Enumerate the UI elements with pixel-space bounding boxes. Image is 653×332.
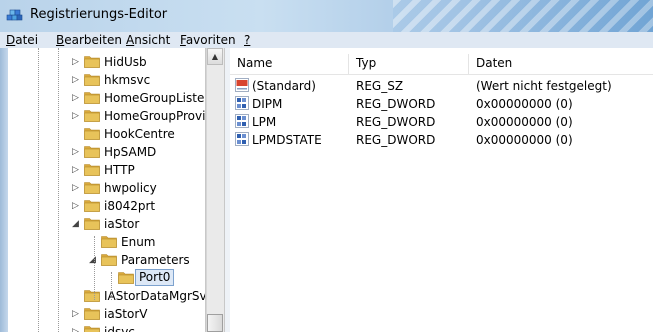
folder-icon — [84, 128, 100, 140]
folder-icon — [101, 254, 117, 266]
column-header-type[interactable]: Typ — [356, 56, 376, 70]
tree-connector — [111, 272, 112, 300]
value-type: REG_SZ — [356, 79, 404, 93]
folder-icon — [84, 92, 100, 104]
value-name: (Standard) — [252, 79, 316, 93]
expand-arrow-icon[interactable]: ▷ — [72, 92, 82, 104]
tree-item-label: HomeGroupListen — [104, 91, 206, 105]
tree-connector — [38, 48, 39, 332]
tree-item-label: iaStor — [104, 217, 140, 231]
value-name: DIPM — [252, 97, 283, 111]
tree-item-label: idsvc — [104, 325, 135, 332]
column-header-name[interactable]: Name — [237, 56, 272, 70]
title-bar-glass — [393, 0, 653, 32]
menu-datei[interactable]: Datei — [6, 33, 38, 47]
folder-icon — [84, 308, 100, 320]
menu-help[interactable]: ? — [244, 33, 250, 47]
expand-arrow-icon[interactable]: ▷ — [72, 146, 82, 158]
value-row[interactable]: DIPM REG_DWORD 0x00000000 (0) — [230, 95, 653, 113]
menu-bearbeiten[interactable]: Bearbeiten — [56, 33, 122, 47]
column-divider[interactable] — [468, 54, 469, 74]
window-title: Registrierungs-Editor — [30, 7, 168, 22]
title-bar[interactable]: Registrierungs-Editor — [0, 0, 653, 32]
tree-item-label: Port0 — [135, 269, 175, 286]
folder-icon — [84, 200, 100, 212]
value-type: REG_DWORD — [356, 115, 436, 129]
tree-item-label: HomeGroupProvic — [104, 109, 206, 123]
value-type: REG_DWORD — [356, 133, 436, 147]
binary-value-icon — [235, 96, 249, 110]
folder-icon — [118, 272, 134, 284]
tree-item-label: hwpolicy — [104, 181, 157, 195]
tree-item-label: hkmsvc — [104, 73, 151, 87]
expand-arrow-icon[interactable]: ▷ — [72, 110, 82, 122]
tree-item-label: HTTP — [104, 163, 135, 177]
no-expander — [72, 128, 82, 140]
folder-icon — [84, 74, 100, 86]
registry-editor-icon — [6, 9, 23, 21]
value-data: 0x00000000 (0) — [476, 133, 573, 147]
value-name: LPMDSTATE — [252, 133, 322, 147]
no-expander — [72, 290, 82, 302]
folder-icon — [84, 110, 100, 122]
expand-arrow-icon[interactable]: ▷ — [72, 56, 82, 68]
tree-item-label: IAStorDataMgrSvc — [104, 289, 206, 303]
tree-connector — [94, 236, 95, 300]
column-header-data[interactable]: Daten — [476, 56, 512, 70]
folder-icon — [84, 164, 100, 176]
tree-scrollbar[interactable]: ▲ — [206, 48, 224, 332]
registry-tree[interactable]: ▷ HidUsb ▷ hkmsvc ▷ HomeGroupListen ▷ HomeGroup… — [8, 48, 206, 332]
tree-item-label: i8042prt — [104, 199, 156, 213]
expand-arrow-icon[interactable]: ▷ — [72, 200, 82, 212]
binary-value-icon — [235, 114, 249, 128]
tree-item-label: HpSAMD — [104, 145, 157, 159]
window-frame-left — [0, 48, 8, 332]
scroll-thumb[interactable] — [207, 314, 223, 332]
menu-ansicht[interactable]: Ansicht — [126, 33, 170, 47]
collapse-arrow-icon[interactable]: ◢ — [72, 218, 82, 230]
folder-icon — [84, 218, 100, 230]
scroll-up-button[interactable]: ▲ — [207, 48, 223, 65]
value-row[interactable]: (Standard) REG_SZ (Wert nicht festgelegt) — [230, 77, 653, 95]
folder-icon — [84, 290, 100, 302]
value-row[interactable]: LPM REG_DWORD 0x00000000 (0) — [230, 113, 653, 131]
value-type: REG_DWORD — [356, 97, 436, 111]
list-header: Name Typ Daten — [230, 54, 653, 75]
expand-arrow-icon[interactable]: ▷ — [72, 182, 82, 194]
menu-favoriten[interactable]: Favoriten — [180, 33, 236, 47]
tree-item-label: Enum — [121, 235, 156, 249]
column-divider[interactable] — [348, 54, 349, 74]
expand-arrow-icon[interactable]: ▷ — [72, 74, 82, 86]
expand-arrow-icon[interactable]: ▷ — [72, 326, 82, 332]
value-data: (Wert nicht festgelegt) — [476, 79, 612, 93]
value-row[interactable]: LPMDSTATE REG_DWORD 0x00000000 (0) — [230, 131, 653, 149]
menu-bar: Datei Bearbeiten Ansicht Favoriten ? — [0, 32, 653, 49]
tree-connector — [58, 48, 59, 332]
folder-icon — [84, 146, 100, 158]
tree-item-label: HookCentre — [104, 127, 175, 141]
folder-icon — [84, 326, 100, 332]
expand-arrow-icon[interactable]: ▷ — [72, 308, 82, 320]
value-data: 0x00000000 (0) — [476, 97, 573, 111]
values-list[interactable]: Name Typ Daten (Standard) REG_SZ (Wert nic… — [230, 48, 653, 332]
string-value-icon — [235, 78, 249, 92]
tree-item-label: iaStorV — [104, 307, 148, 321]
tree-item-label: Parameters — [121, 253, 190, 267]
expand-arrow-icon[interactable]: ▷ — [72, 164, 82, 176]
binary-value-icon — [235, 132, 249, 146]
value-name: LPM — [252, 115, 277, 129]
value-data: 0x00000000 (0) — [476, 115, 573, 129]
folder-icon — [84, 182, 100, 194]
tree-item-label: HidUsb — [104, 55, 147, 69]
folder-icon — [101, 236, 117, 248]
folder-icon — [84, 56, 100, 68]
